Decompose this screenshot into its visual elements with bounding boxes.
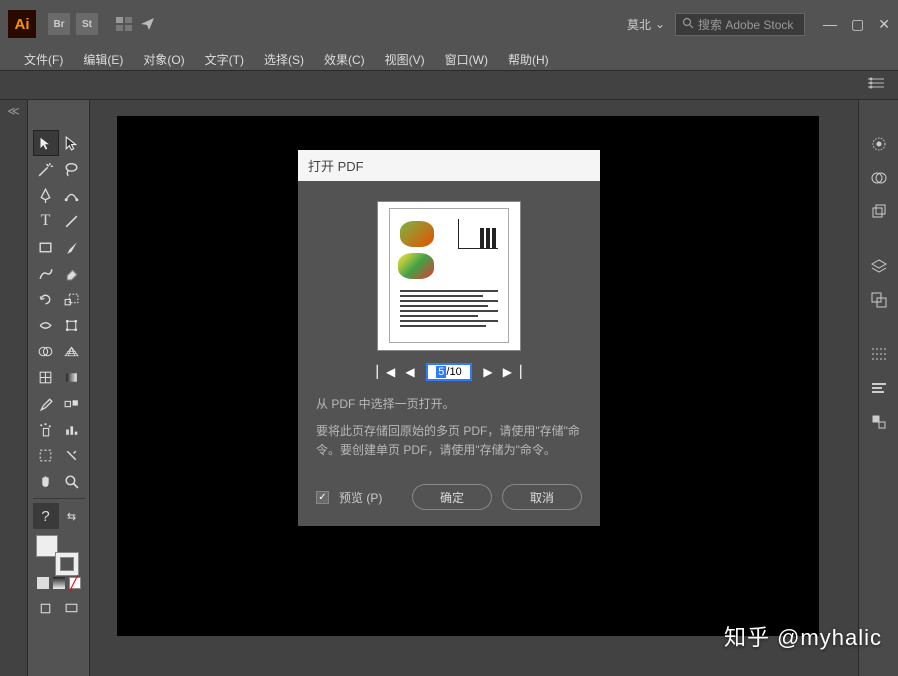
dialog-hint: 要将此页存储回原始的多页 PDF，请使用"存储"命令。要创建单页 PDF，请使用… [316, 422, 582, 460]
first-page-button[interactable]: ▏◀ [378, 364, 394, 380]
total-pages: /10 [446, 366, 461, 378]
dialog-title: 打开 PDF [298, 150, 600, 181]
page-number-input[interactable]: 5/10 [426, 363, 472, 381]
watermark-text: 知乎 @myhalic [724, 620, 882, 652]
page-navigator: ▏◀ ◀ 5/10 ▶ ▶▕ [316, 363, 582, 381]
prev-page-button[interactable]: ◀ [402, 364, 418, 380]
open-pdf-dialog: 打开 PDF [298, 150, 600, 527]
ok-button[interactable]: 确定 [412, 484, 492, 510]
dialog-instruction: 从 PDF 中选择一页打开。 [316, 395, 582, 414]
pdf-page-preview [377, 201, 521, 351]
current-page: 5 [436, 366, 446, 378]
cancel-button[interactable]: 取消 [502, 484, 582, 510]
last-page-button[interactable]: ▶▕ [504, 364, 520, 380]
preview-checkbox-label: 预览 (P) [339, 489, 382, 506]
next-page-button[interactable]: ▶ [480, 364, 496, 380]
modal-overlay: 打开 PDF [0, 0, 898, 676]
preview-checkbox[interactable]: ✓ [316, 491, 329, 504]
